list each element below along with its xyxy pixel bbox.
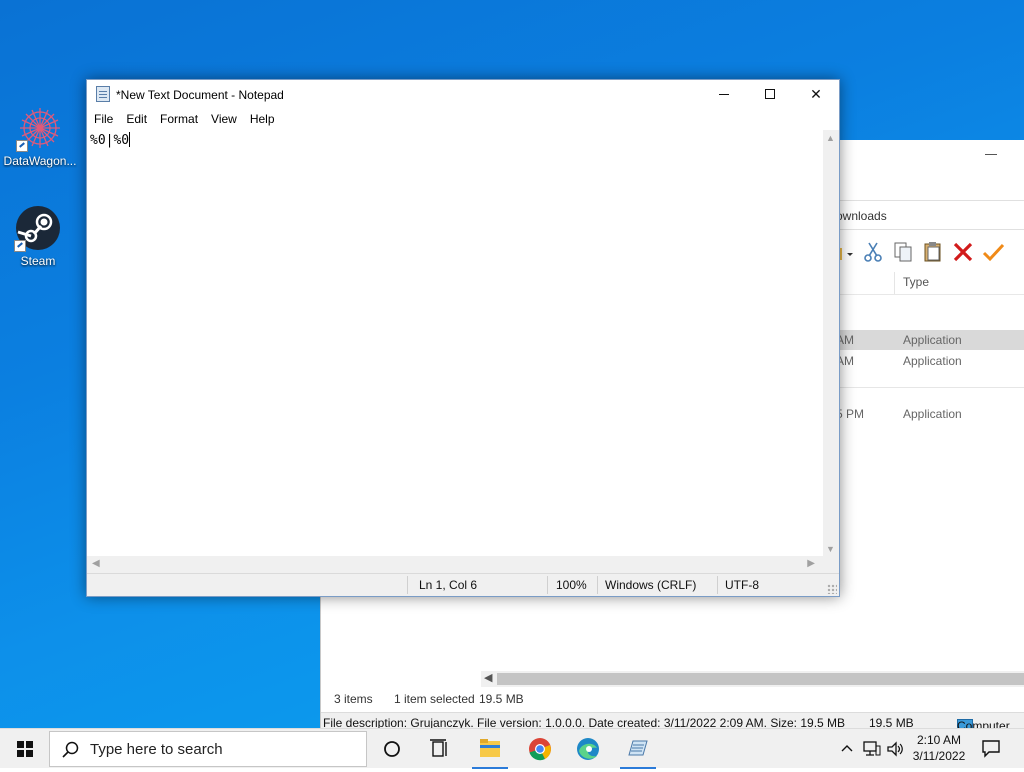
shortcut-arrow-icon	[16, 140, 28, 152]
editor-text: %0|%0	[90, 133, 130, 148]
close-icon: ✕	[810, 86, 822, 102]
chrome-icon	[529, 738, 551, 761]
desktop-icon-label: DataWagon...	[3, 154, 77, 168]
notification-center-icon[interactable]	[980, 737, 1002, 759]
notepad-window[interactable]: *New Text Document - Notepad ✕ File Edit…	[86, 79, 840, 597]
folder-icon	[480, 739, 500, 757]
shortcut-arrow-icon	[14, 240, 26, 252]
edge-icon	[577, 738, 599, 760]
menu-edit[interactable]: Edit	[119, 110, 153, 130]
notepad-title-bar[interactable]: *New Text Document - Notepad ✕	[87, 80, 839, 110]
zoom-level: 100%	[556, 578, 587, 592]
taskbar: 2:10 AM 3/11/2022	[0, 728, 1024, 769]
taskbar-notepad[interactable]	[614, 729, 662, 769]
taskbar-edge[interactable]	[564, 729, 612, 769]
file-row[interactable]: AM Application	[836, 351, 1024, 371]
selection-size: 19.5 MB	[479, 692, 524, 706]
file-row[interactable]: AM Application	[836, 330, 1024, 350]
cortana-button[interactable]	[368, 729, 416, 769]
status-divider	[717, 576, 718, 594]
steam-icon	[14, 204, 62, 252]
status-divider	[597, 576, 598, 594]
checkmark-icon[interactable]	[982, 241, 1005, 269]
file-date-cell: 5 PM	[836, 407, 865, 421]
cut-icon[interactable]	[862, 241, 884, 269]
menu-help[interactable]: Help	[243, 110, 281, 130]
copy-icon[interactable]	[892, 241, 914, 269]
clock-time: 2:10 AM	[916, 733, 962, 747]
text-caret	[129, 132, 131, 147]
column-header-type[interactable]: Type	[903, 275, 929, 289]
taskbar-search-box[interactable]	[49, 731, 367, 767]
notepad-status-bar: Ln 1, Col 6 100% Windows (CRLF) UTF-8	[87, 573, 839, 596]
maximize-button[interactable]	[747, 80, 793, 110]
volume-icon[interactable]	[886, 740, 906, 758]
scroll-left-icon[interactable]: ◀	[484, 671, 492, 684]
window-title: *New Text Document - Notepad	[116, 88, 284, 102]
chevron-up-icon[interactable]	[840, 742, 854, 756]
taskbar-file-explorer[interactable]	[466, 729, 514, 769]
desktop-icon-steam[interactable]: Steam	[0, 204, 76, 268]
cursor-position: Ln 1, Col 6	[419, 578, 478, 592]
item-count: 3 items	[334, 692, 373, 706]
text-editor-area[interactable]: %0|%0	[87, 130, 823, 556]
delete-icon[interactable]	[952, 241, 974, 269]
status-divider	[407, 576, 408, 594]
windows-logo-icon	[17, 741, 33, 757]
start-button[interactable]	[0, 729, 48, 769]
close-button[interactable]: ✕	[793, 80, 839, 110]
menu-view[interactable]: View	[204, 110, 243, 130]
horizontal-scrollbar[interactable]: ◀ ▶	[87, 556, 823, 573]
menu-bar: File Edit Format View Help	[87, 110, 281, 130]
scroll-down-icon[interactable]: ▼	[826, 544, 835, 554]
menu-format[interactable]: Format	[153, 110, 204, 130]
scrollbar-thumb[interactable]	[497, 673, 1024, 685]
column-separator[interactable]	[894, 272, 895, 294]
explorer-horizontal-scrollbar[interactable]: ◀	[481, 671, 1024, 687]
clock-date: 3/11/2022	[912, 749, 966, 763]
group-divider	[836, 387, 1024, 388]
status-divider	[547, 576, 548, 594]
network-icon[interactable]	[862, 740, 882, 758]
notepad-app-icon[interactable]	[96, 86, 110, 102]
explorer-address-text: ownloads	[836, 209, 887, 223]
line-ending: Windows (CRLF)	[605, 578, 697, 592]
scroll-right-icon[interactable]: ▶	[807, 558, 815, 569]
scroll-up-icon[interactable]: ▲	[826, 133, 835, 143]
minimize-button[interactable]	[701, 80, 747, 110]
vertical-scrollbar[interactable]: ▲ ▼	[823, 130, 839, 556]
menu-file[interactable]: File	[87, 110, 119, 130]
file-type-cell: Application	[903, 333, 962, 347]
taskbar-clock[interactable]: 2:10 AM 3/11/2022	[906, 732, 972, 764]
file-type-cell: Application	[903, 407, 962, 421]
taskbar-chrome[interactable]	[516, 729, 564, 769]
notepad-icon	[628, 740, 648, 756]
explorer-toolbar	[836, 240, 1005, 270]
datawagon-icon	[16, 104, 64, 152]
task-view-button[interactable]	[416, 729, 464, 769]
selection-count: 1 item selected	[394, 692, 475, 706]
cortana-circle-icon	[384, 741, 400, 757]
scrollbar-corner	[823, 556, 839, 573]
task-view-icon	[430, 739, 447, 757]
desktop-icon-label: Steam	[20, 254, 56, 268]
explorer-status-bar: 3 items 1 item selected 19.5 MB	[321, 690, 1024, 710]
file-type-cell: Application	[903, 354, 962, 368]
paste-icon[interactable]	[922, 241, 944, 269]
scroll-left-icon[interactable]: ◀	[92, 558, 100, 569]
explorer-minimize-button[interactable]	[985, 154, 997, 155]
search-input[interactable]	[88, 740, 352, 759]
encoding: UTF-8	[725, 578, 759, 592]
resize-grip-icon[interactable]	[827, 584, 837, 594]
file-row[interactable]: 5 PM Application	[836, 404, 1024, 424]
search-icon	[62, 741, 79, 758]
explorer-column-headers: Type	[836, 272, 1024, 295]
desktop-icon-datawagon[interactable]: DataWagon...	[2, 104, 78, 168]
